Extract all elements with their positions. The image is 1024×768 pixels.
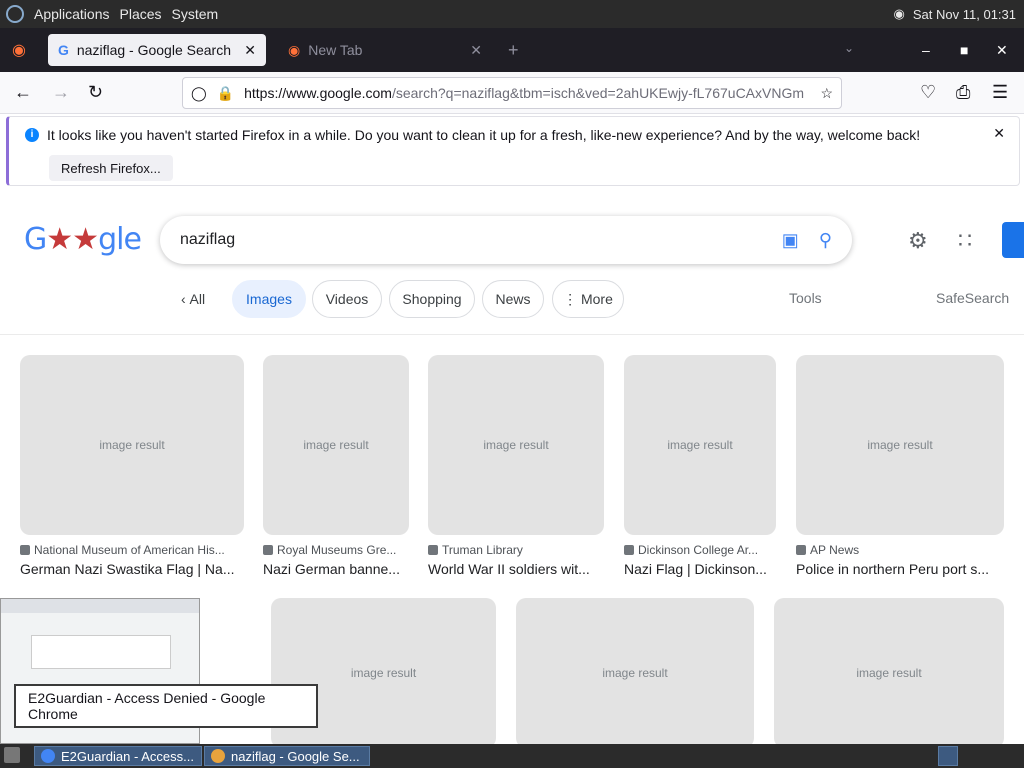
result-thumbnail[interactable]: image result (263, 355, 409, 535)
firefox-favicon-icon: ◉ (288, 41, 301, 58)
menu-places[interactable]: Places (120, 6, 162, 22)
menu-applications[interactable]: Applications (34, 6, 110, 22)
image-result[interactable]: image result National Museum of American… (20, 355, 244, 577)
result-source[interactable]: Dickinson College Ar... (624, 543, 776, 557)
taskbar-chrome-window[interactable]: E2Guardian - Access... (34, 746, 202, 766)
tab-strip: ◉ G naziflag - Google Search ✕ ◉ New Tab… (0, 28, 1024, 72)
window-close-icon[interactable]: ✕ (996, 42, 1008, 59)
source-favicon-icon (20, 545, 30, 555)
refresh-firefox-button[interactable]: Refresh Firefox... (49, 155, 173, 181)
result-source[interactable]: National Museum of American His... (20, 543, 244, 557)
source-favicon-icon (796, 545, 806, 555)
search-filter-chips: ‹ All Images Videos Shopping News ⋮ More… (0, 280, 1024, 320)
search-query[interactable]: naziflag (180, 231, 235, 249)
source-favicon-icon (624, 545, 634, 555)
bookmark-star-icon[interactable]: ☆ (820, 85, 833, 102)
result-source[interactable]: Royal Museums Gre... (263, 543, 409, 557)
desktop-top-bar: Applications Places System ◉ Sat Nov 11,… (0, 0, 1024, 28)
chrome-icon (41, 749, 55, 763)
firefox-notification-bar: i It looks like you haven't started Fire… (6, 116, 1020, 186)
result-thumbnail[interactable]: image result (516, 598, 754, 748)
discord-tray-icon[interactable]: ◉ (894, 6, 905, 22)
lock-icon[interactable]: 🔒 (217, 85, 234, 102)
navigation-toolbar: ← → ↻ ◯ 🔒 https://www.google.com/search?… (0, 72, 1024, 114)
tab-title: New Tab (308, 42, 363, 58)
tab-new-tab[interactable]: ◉ New Tab ✕ (280, 34, 490, 66)
chrome-tab-bar (1, 599, 199, 613)
new-tab-icon[interactable]: + (508, 40, 519, 61)
result-thumbnail[interactable]: image result (428, 355, 604, 535)
header-divider (0, 334, 1024, 335)
back-icon[interactable]: ← (14, 82, 32, 103)
settings-gear-icon[interactable]: ⚙ (908, 228, 928, 254)
download-card (31, 635, 171, 669)
firefox-icon (211, 749, 225, 763)
info-icon: i (25, 128, 39, 142)
forward-icon[interactable]: → (52, 82, 70, 103)
search-icon[interactable]: ⚲ (819, 230, 832, 251)
show-desktop-icon[interactable] (4, 747, 20, 763)
search-box[interactable]: naziflag ▣ ⚲ (160, 216, 852, 264)
menu-system[interactable]: System (172, 6, 219, 22)
url-text[interactable]: https://www.google.com/search?q=naziflag… (244, 85, 810, 101)
chip-more[interactable]: ⋮ More (552, 280, 624, 318)
list-tabs-icon[interactable]: ⌄ (844, 41, 854, 55)
result-thumbnail[interactable]: image result (20, 355, 244, 535)
maximize-icon[interactable]: ■ (960, 42, 968, 58)
google-lens-icon[interactable]: ▣ (782, 230, 799, 251)
chip-news[interactable]: News (482, 280, 544, 318)
source-favicon-icon (263, 545, 273, 555)
tab-title: naziflag - Google Search (76, 42, 231, 58)
tools-link[interactable]: Tools (789, 290, 822, 306)
clock[interactable]: Sat Nov 11, 01:31 (913, 7, 1016, 22)
chip-videos[interactable]: Videos (312, 280, 382, 318)
reload-icon[interactable]: ↻ (88, 82, 103, 103)
tray-firefox-icon[interactable] (938, 746, 958, 766)
taskbar-firefox-window[interactable]: naziflag - Google Se... (204, 746, 370, 766)
result-title[interactable]: Nazi Flag | Dickinson... (624, 561, 776, 577)
extensions-icon[interactable]: ⎙ (956, 82, 970, 103)
safesearch-link[interactable]: SafeSearch (936, 290, 1009, 306)
close-tab-icon[interactable]: ✕ (470, 42, 482, 59)
result-thumbnail[interactable]: image result (774, 598, 1004, 748)
url-bar[interactable]: ◯ 🔒 https://www.google.com/search?q=nazi… (182, 77, 842, 109)
window-tooltip: E2Guardian - Access Denied - Google Chro… (14, 684, 318, 728)
minimize-icon[interactable]: – (922, 42, 930, 58)
result-title[interactable]: World War II soldiers wit... (428, 561, 604, 577)
result-title[interactable]: German Nazi Swastika Flag | Na... (20, 561, 244, 577)
close-tab-icon[interactable]: ✕ (244, 42, 256, 59)
tracking-protection-icon[interactable]: ◯ (191, 85, 207, 102)
chip-shopping[interactable]: Shopping (389, 280, 475, 318)
app-menu-icon[interactable]: ☰ (992, 82, 1008, 103)
notification-text: It looks like you haven't started Firefo… (47, 127, 921, 143)
result-title[interactable]: Nazi German banne... (263, 561, 409, 577)
image-result[interactable]: image result (516, 598, 754, 748)
pocket-icon[interactable]: ♡ (920, 82, 936, 103)
image-result[interactable]: image result Truman Library World War II… (428, 355, 604, 577)
firefox-view-icon[interactable]: ◉ (12, 40, 26, 60)
image-result[interactable]: image result (774, 598, 1004, 748)
chip-all[interactable]: ‹ All (168, 280, 218, 318)
result-thumbnail[interactable]: image result (796, 355, 1004, 535)
google-logo[interactable]: G★★gle (24, 222, 142, 257)
result-source[interactable]: AP News (796, 543, 1004, 557)
result-title[interactable]: Police in northern Peru port s... (796, 561, 1004, 577)
apps-grid-icon[interactable]: ∷ (958, 228, 972, 254)
image-result[interactable]: image result Royal Museums Gre... Nazi G… (263, 355, 409, 577)
notification-close-icon[interactable]: ✕ (993, 125, 1005, 142)
result-source[interactable]: Truman Library (428, 543, 604, 557)
sign-in-button[interactable] (1002, 222, 1024, 258)
image-result[interactable]: image result AP News Police in northern … (796, 355, 1004, 577)
taskbar: E2Guardian - Access... naziflag - Google… (0, 744, 1024, 768)
google-favicon-icon: G (58, 42, 69, 58)
tab-google-search[interactable]: G naziflag - Google Search ✕ (48, 34, 266, 66)
image-result[interactable]: image result Dickinson College Ar... Naz… (624, 355, 776, 577)
chip-images[interactable]: Images (232, 280, 306, 318)
result-thumbnail[interactable]: image result (624, 355, 776, 535)
os-logo-icon[interactable] (6, 5, 24, 23)
source-favicon-icon (428, 545, 438, 555)
